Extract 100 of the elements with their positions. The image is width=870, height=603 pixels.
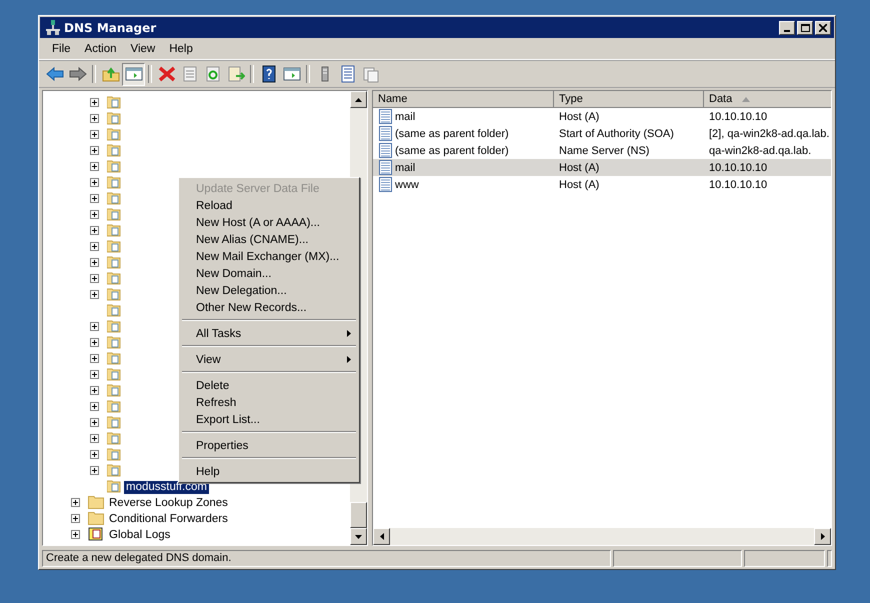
menu-item[interactable]: Help <box>181 463 357 480</box>
right-arrow-icon <box>820 533 824 540</box>
menu-item[interactable]: New Mail Exchanger (MX)... <box>181 248 357 265</box>
expand-icon[interactable] <box>90 194 99 202</box>
zone-icon <box>107 111 121 125</box>
table-cell: Host (A) <box>559 110 600 122</box>
menu-item[interactable]: Help <box>162 43 200 55</box>
expand-icon[interactable] <box>90 402 99 410</box>
menu-item[interactable]: New Host (A or AAAA)... <box>181 214 357 231</box>
close-button[interactable] <box>815 20 831 34</box>
table-cell: Host (A) <box>559 162 600 174</box>
record-icon <box>379 177 392 192</box>
expand-icon[interactable] <box>90 98 99 106</box>
zone-icon <box>107 463 121 477</box>
table-cell: qa-win2k8-ad.qa.lab. <box>709 144 812 156</box>
zone-icon <box>107 431 121 445</box>
menu-item[interactable]: New Alias (CNAME)... <box>181 231 357 248</box>
expand-icon[interactable] <box>90 450 99 458</box>
zone-icon <box>107 303 121 317</box>
record-row[interactable]: mail Host (A) 10.10.10.10 <box>373 108 831 125</box>
maximize-icon <box>800 24 810 32</box>
expand-icon[interactable] <box>90 114 99 122</box>
menu-item[interactable]: New Delegation... <box>181 282 357 299</box>
menu-item[interactable]: Refresh <box>181 394 357 411</box>
expand-icon[interactable] <box>90 178 99 186</box>
expand-icon[interactable] <box>90 258 99 266</box>
record-row[interactable]: www Host (A) 10.10.10.10 <box>373 176 831 193</box>
expand-icon[interactable] <box>90 242 99 250</box>
tree-item[interactable]: Global Logs <box>107 528 172 542</box>
table-cell: 10.10.10.10 <box>709 110 768 122</box>
expand-icon[interactable] <box>90 418 99 426</box>
record-row[interactable]: (same as parent folder) Name Server (NS) qa-win2k8-ad.qa.lab. <box>373 142 831 159</box>
window-title: DNS Manager <box>64 20 156 34</box>
menu-item[interactable]: View <box>124 43 162 55</box>
menu-item[interactable]: Delete <box>181 377 357 394</box>
zone-icon <box>107 367 121 381</box>
table-cell: 10.10.10.10 <box>709 178 768 190</box>
status-panel <box>826 550 832 566</box>
table-cell: mail <box>395 162 416 174</box>
scroll-thumb[interactable] <box>350 502 367 528</box>
column-header[interactable]: Data <box>704 91 831 108</box>
zone-icon <box>107 207 121 221</box>
log-book-icon <box>88 527 104 541</box>
expand-icon[interactable] <box>90 162 99 170</box>
zone-icon <box>107 127 121 141</box>
expand-icon[interactable] <box>71 514 80 522</box>
expand-icon[interactable] <box>90 226 99 234</box>
table-cell: Name Server (NS) <box>559 144 650 156</box>
record-row[interactable]: mail Host (A) 10.10.10.10 <box>373 159 831 176</box>
record-icon <box>379 160 392 175</box>
column-header[interactable]: Name <box>373 91 554 108</box>
menu-item[interactable]: Properties <box>181 437 357 454</box>
menu-item[interactable]: Reload <box>181 197 357 214</box>
expand-icon[interactable] <box>90 290 99 298</box>
zone-icon <box>107 319 121 333</box>
zone-icon <box>107 239 121 253</box>
scroll-left-button[interactable] <box>373 528 390 545</box>
expand-icon[interactable] <box>90 274 99 282</box>
folder-icon <box>88 511 104 525</box>
record-icon <box>379 143 392 158</box>
expand-icon[interactable] <box>90 338 99 346</box>
tree-item[interactable]: Reverse Lookup Zones <box>107 496 230 510</box>
zone-icon <box>107 335 121 349</box>
table-cell: Host (A) <box>559 178 600 190</box>
expand-icon[interactable] <box>90 322 99 330</box>
scroll-up-button[interactable] <box>350 91 367 108</box>
record-row[interactable]: (same as parent folder) Start of Authority (SOA) [2], qa-win2k8-ad.qa.lab. <box>373 125 831 142</box>
expand-icon[interactable] <box>90 210 99 218</box>
menu-item[interactable]: View <box>181 351 357 368</box>
expand-icon[interactable] <box>90 434 99 442</box>
expand-icon[interactable] <box>71 530 80 538</box>
scroll-down-button[interactable] <box>350 528 367 545</box>
record-icon <box>379 109 392 124</box>
expand-icon[interactable] <box>90 466 99 474</box>
zone-icon <box>107 143 121 157</box>
expand-icon[interactable] <box>90 146 99 154</box>
maximize-button[interactable] <box>797 20 813 34</box>
expand-icon[interactable] <box>71 498 80 506</box>
expand-icon[interactable] <box>90 354 99 362</box>
expand-icon[interactable] <box>90 386 99 394</box>
zone-icon <box>107 255 121 269</box>
submenu-arrow-icon <box>347 356 351 363</box>
expand-icon[interactable] <box>90 130 99 138</box>
minimize-button[interactable] <box>779 20 795 34</box>
menu-item[interactable]: All Tasks <box>181 325 357 342</box>
menu-item[interactable]: File <box>45 43 78 55</box>
menu-item[interactable]: Export List... <box>181 411 357 428</box>
menu-item[interactable]: New Domain... <box>181 265 357 282</box>
zone-icon <box>107 191 121 205</box>
zone-icon <box>107 447 121 461</box>
scroll-right-button[interactable] <box>814 528 831 545</box>
column-header[interactable]: Type <box>554 91 704 108</box>
expand-icon[interactable] <box>90 370 99 378</box>
table-cell: mail <box>395 110 416 122</box>
tree-item[interactable]: Conditional Forwarders <box>107 512 230 526</box>
menu-item[interactable]: Action <box>78 43 124 55</box>
zone-icon <box>107 287 121 301</box>
table-cell: [2], qa-win2k8-ad.qa.lab. <box>709 128 830 140</box>
zone-icon <box>107 479 121 493</box>
menu-item[interactable]: Other New Records... <box>181 299 357 316</box>
